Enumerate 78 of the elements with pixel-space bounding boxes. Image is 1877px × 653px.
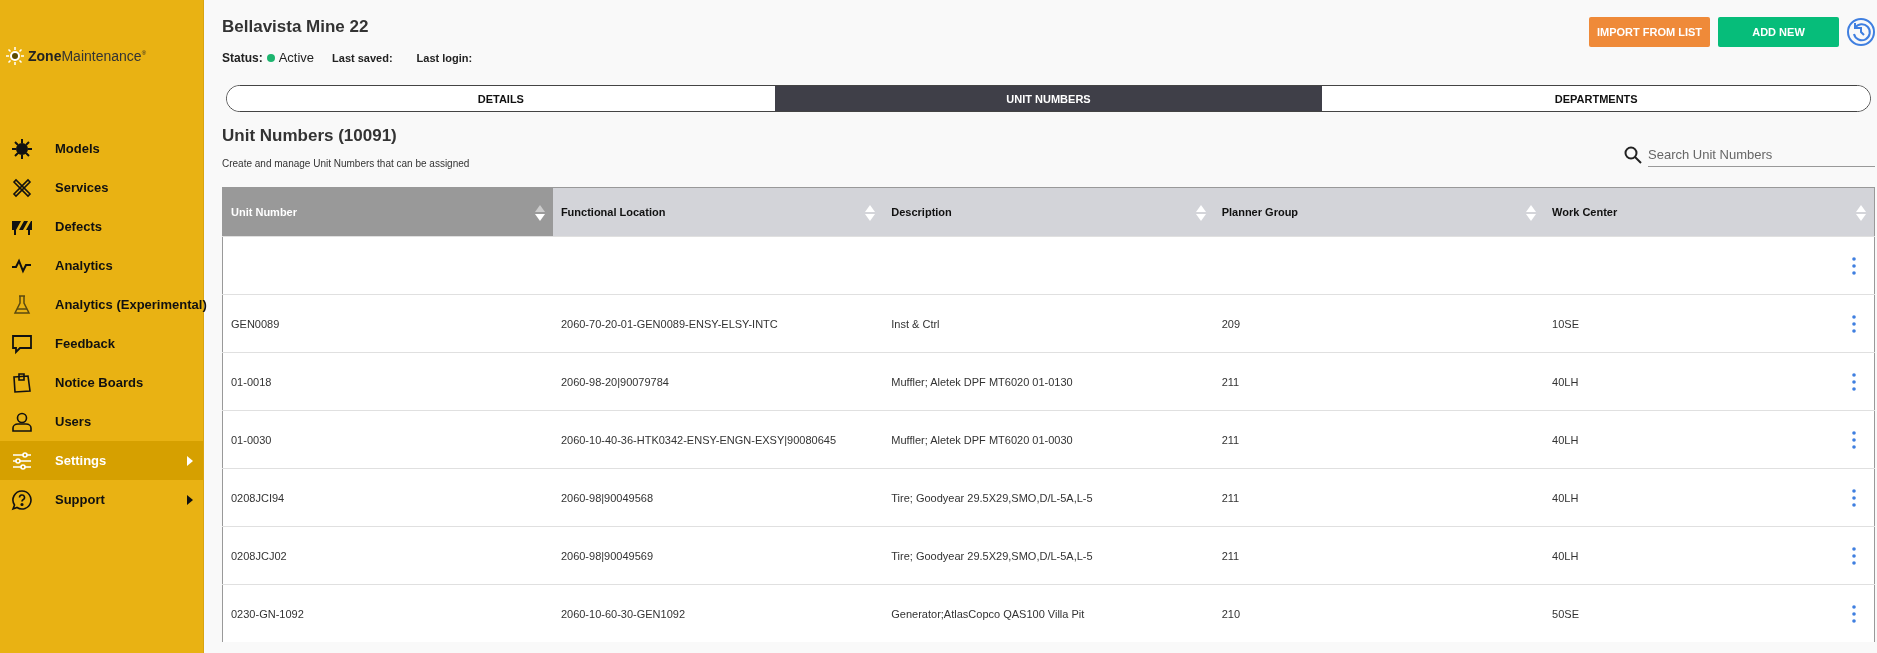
gear-icon — [11, 137, 33, 160]
table-cell: GEN0089 — [231, 317, 280, 330]
column-header[interactable]: Planner Group — [1213, 187, 1545, 237]
tab[interactable]: UNIT NUMBERS — [774, 86, 1323, 111]
sidebar-item[interactable]: Defects — [0, 207, 203, 246]
table-cell: 10SE — [1552, 317, 1579, 330]
section-description: Create and manage Unit Numbers that can be assigned — [222, 158, 470, 169]
sort-icon — [1526, 205, 1537, 221]
sort-icon — [1195, 205, 1206, 221]
table-cell: 40LH — [1552, 433, 1579, 446]
table-cell: 2060-98|90049569 — [560, 549, 654, 562]
sidebar-item[interactable]: Services — [0, 168, 203, 207]
table-cell: 211 — [1221, 433, 1240, 446]
status-label: Status: — [222, 50, 263, 65]
tab[interactable]: DETAILS — [227, 86, 775, 111]
table-cell: 40LH — [1552, 491, 1579, 504]
column-header[interactable]: Work Center — [1544, 187, 1875, 237]
table-cell: 01-0030 — [231, 433, 272, 446]
flask-icon — [11, 293, 33, 316]
table-cell: 209 — [1221, 317, 1241, 330]
sidebar-item[interactable]: Notice Boards — [0, 363, 203, 402]
table-cell: 40LH — [1552, 375, 1579, 388]
column-header[interactable]: Description — [883, 187, 1214, 237]
status-value: Active — [278, 50, 315, 65]
sidebar-item[interactable]: Models — [0, 129, 203, 168]
table-cell: Generator;AtlasCopco QAS100 Villa Pit — [891, 607, 1085, 620]
more-icon[interactable] — [1852, 605, 1856, 623]
help-icon — [11, 488, 33, 511]
last-saved-label: Last saved: — [332, 51, 393, 64]
sort-icon — [865, 205, 876, 221]
search-icon — [1624, 146, 1642, 164]
more-icon[interactable] — [1852, 257, 1856, 275]
more-icon[interactable] — [1852, 431, 1856, 449]
tab[interactable]: DEPARTMENTS — [1322, 86, 1870, 111]
sort-icon — [1856, 205, 1866, 221]
table-cell: 2060-10-40-36-HTK0342-ENSY-ENGN-EXSY|90080645 — [560, 433, 837, 446]
sun-icon — [6, 47, 24, 65]
section-title: Unit Numbers (10091) — [222, 126, 398, 146]
table-cell: Inst & Ctrl — [891, 317, 940, 330]
more-icon[interactable] — [1852, 373, 1856, 391]
table-cell: 50SE — [1552, 607, 1579, 620]
table-cell: 210 — [1221, 607, 1241, 620]
table-cell: 211 — [1221, 491, 1240, 504]
table-cell: Muffler; Aletek DPF MT6020 01-0030 — [891, 433, 1073, 446]
table-cell: 2060-10-60-30-GEN1092 — [560, 607, 686, 620]
sliders-icon — [11, 449, 33, 472]
more-icon[interactable] — [1852, 547, 1856, 565]
sidebar-item[interactable]: Users — [0, 402, 203, 441]
table-cell: 2060-98|90049568 — [560, 491, 654, 504]
sort-icon — [534, 205, 545, 221]
table-cell: Tire; Goodyear 29.5X29,SMO,D/L-5A,L-5 — [891, 549, 1093, 562]
table-cell: 2060-70-20-01-GEN0089-ENSY-ELSY-INTC — [560, 317, 778, 330]
history-icon[interactable] — [1847, 18, 1875, 46]
table-cell: 0208JCJ02 — [231, 549, 287, 562]
user-icon — [11, 410, 33, 433]
table-cell: Tire; Goodyear 29.5X29,SMO,D/L-5A,L-5 — [891, 491, 1093, 504]
page-title: Bellavista Mine 22 — [222, 17, 370, 37]
speech-bubble-icon — [11, 332, 33, 355]
sidebar-item[interactable]: Analytics — [0, 246, 203, 285]
app-logo: ZoneMaintenance$^{®}$ — [0, 0, 203, 68]
sidebar-item[interactable]: Support — [0, 480, 203, 519]
last-login-label: Last login: — [416, 51, 473, 64]
note-icon — [11, 371, 33, 394]
table-cell: 0230-GN-1092 — [231, 607, 304, 620]
table-cell: 40LH — [1552, 549, 1579, 562]
table-cell: 0208JCI94 — [231, 491, 285, 504]
search-field[interactable]: Search Unit Numbers — [1648, 143, 1875, 167]
table-cell: 2060-98-20|90079784 — [560, 375, 669, 388]
table-cell: Muffler; Aletek DPF MT6020 01-0130 — [891, 375, 1073, 388]
table-cell: 211 — [1221, 549, 1240, 562]
tools-icon — [11, 176, 33, 199]
more-icon[interactable] — [1852, 315, 1856, 333]
status-dot — [266, 53, 275, 62]
table-cell: 211 — [1221, 375, 1240, 388]
more-icon[interactable] — [1852, 489, 1856, 507]
table-cell: 01-0018 — [231, 375, 272, 388]
sidebar-item[interactable]: Feedback — [0, 324, 203, 363]
column-header[interactable]: Functional Location — [552, 187, 884, 237]
